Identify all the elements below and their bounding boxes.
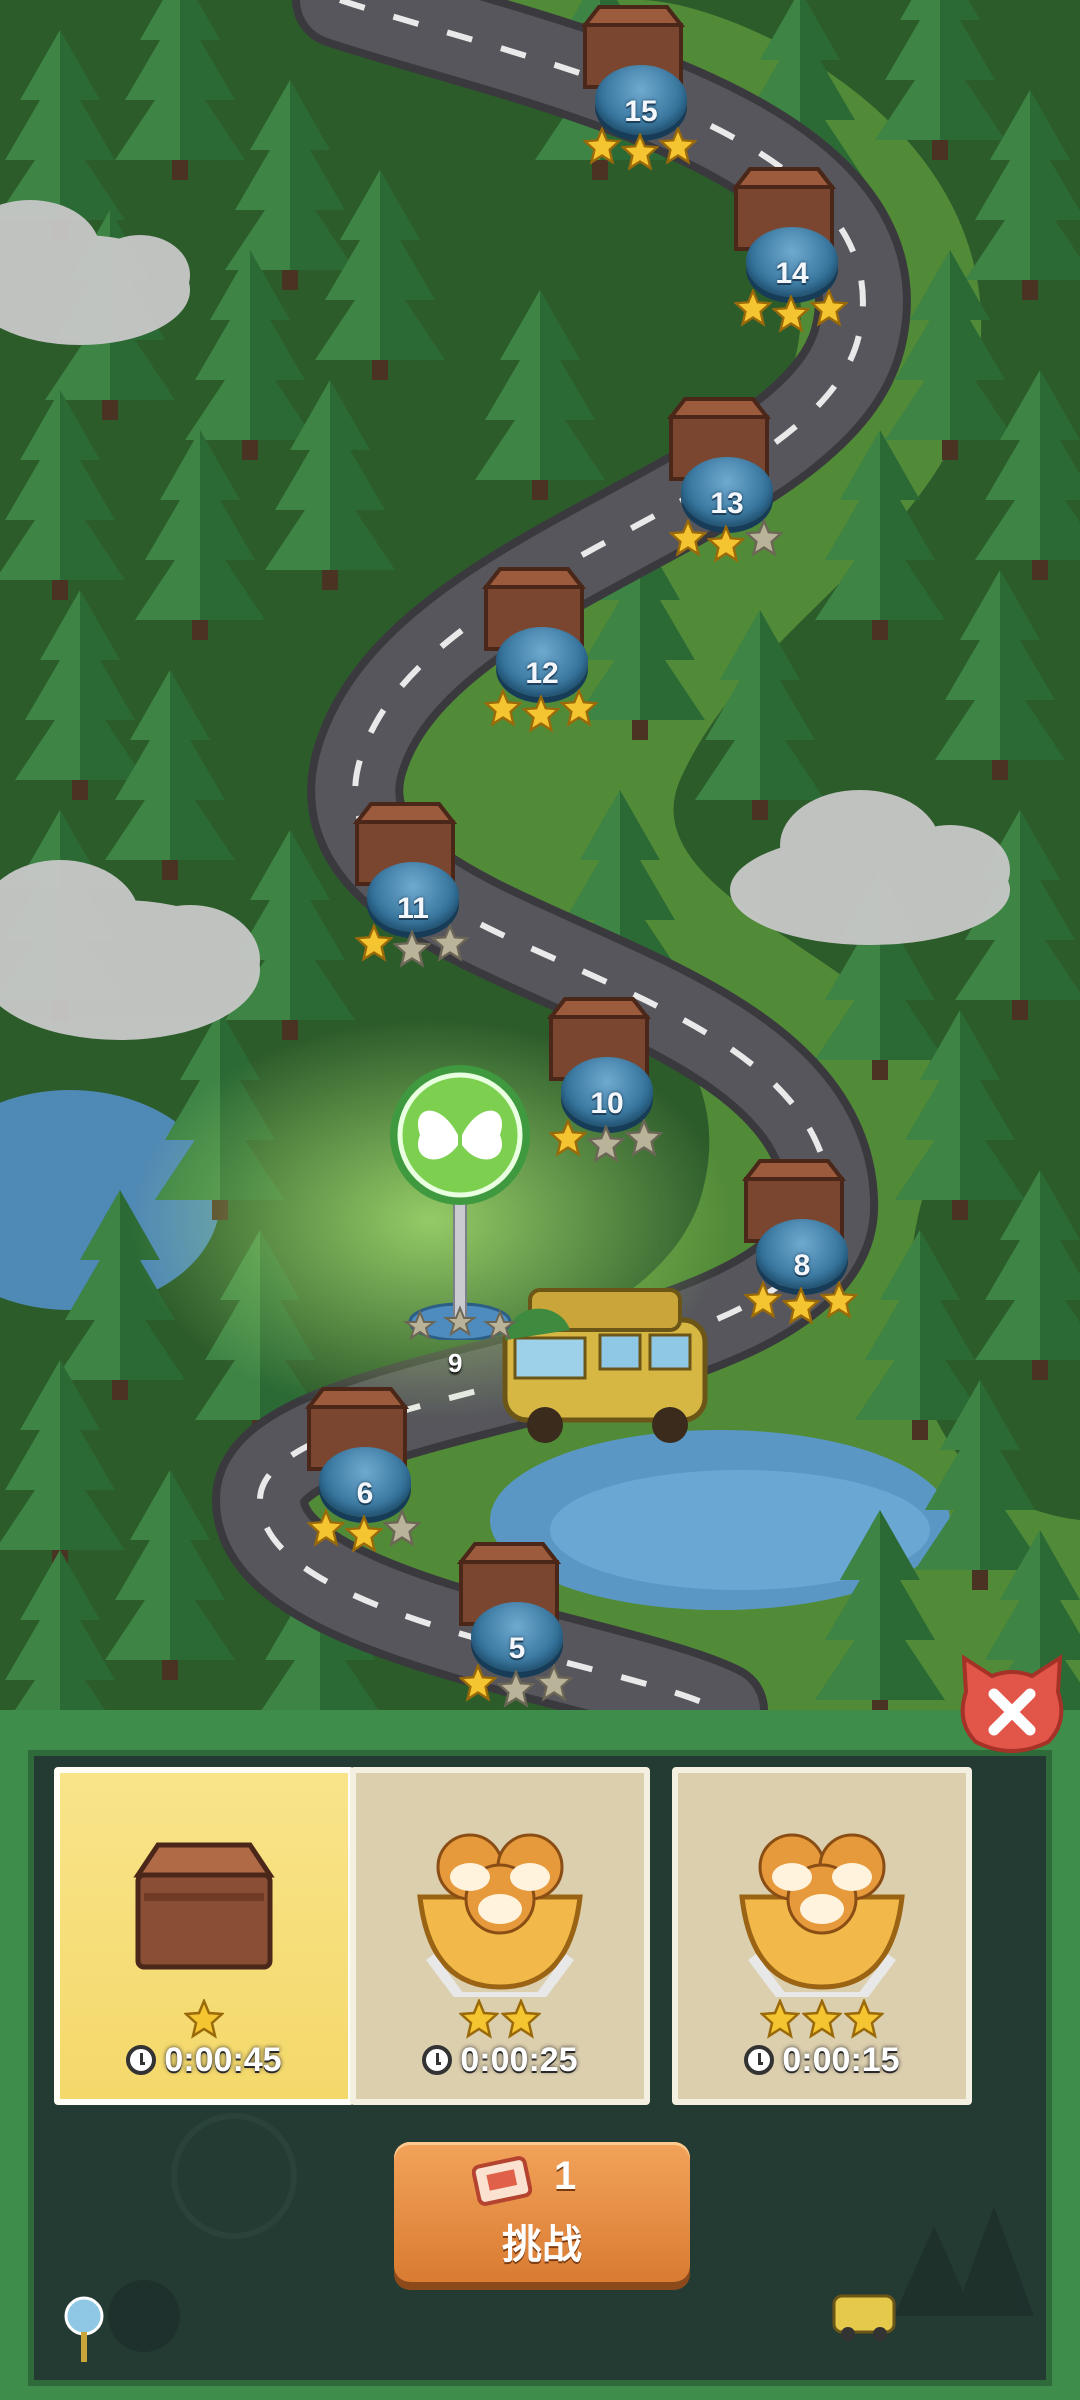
level-node[interactable]: 8 [742,1157,862,1325]
ticket-count: 1 [554,2154,577,2198]
level-node[interactable]: 5 [457,1540,577,1708]
star-filled-icon [355,924,393,962]
level-node[interactable]: 6 [305,1385,425,1553]
level-number: 8 [793,1249,811,1282]
difficulty-option-2-star[interactable]: 0:00:25 [350,1767,650,2105]
level-node[interactable]: 11 [353,800,473,968]
level-stars [667,519,787,563]
star-filled-icon [182,1997,226,2039]
level-stars [457,1664,577,1708]
crate-icon [133,1842,275,1970]
challenge-button[interactable]: 1 挑战 [394,2142,690,2282]
star-empty-icon [431,924,469,962]
level-stars [482,689,602,733]
star-empty-icon [535,1664,573,1702]
level-number: 6 [356,1477,374,1510]
clock-icon [422,2045,453,2075]
star-filled-icon [549,1119,587,1157]
small-sign-icon [64,2296,104,2362]
star-empty-icon [587,1125,625,1163]
star-empty-icon [745,519,783,557]
level-stars [581,127,701,171]
option-stars [356,1997,644,2043]
option-timer: 0:00:25 [356,2041,644,2080]
level-number: 12 [525,657,559,690]
star-filled-icon [484,689,522,727]
star-filled-icon [499,1997,543,2039]
level-stars [742,1281,862,1325]
star-filled-icon [744,1281,782,1319]
star-filled-icon [307,1509,345,1547]
level-node[interactable]: 12 [482,565,602,733]
butterfly-flag [390,1065,530,1340]
current-level-marker[interactable]: 9 [380,1060,540,1378]
star-filled-icon [457,1997,501,2039]
level-node[interactable]: 10 [547,995,667,1163]
star-filled-icon [842,1997,886,2039]
level-stars [547,1119,667,1163]
close-button[interactable] [956,1652,1068,1760]
star-filled-icon [707,525,745,563]
star-filled-icon [345,1515,383,1553]
map-background [0,0,1080,1710]
star-filled-icon [734,289,772,327]
shiba-bag-icon [417,1833,583,1997]
level-node[interactable]: 14 [732,165,852,333]
level-stars [353,924,473,968]
star-empty-icon [497,1670,535,1708]
star-empty-icon [383,1509,421,1547]
level-stars [305,1509,425,1553]
star-filled-icon [820,1281,858,1319]
star-filled-icon [621,133,659,171]
level-number: 15 [624,95,658,128]
current-level-number: 9 [448,1348,463,1378]
star-filled-icon [758,1997,802,2039]
star-filled-icon [800,1997,844,2039]
shiba-bag-icon [739,1833,905,1997]
star-empty-icon [393,930,431,968]
level-number: 11 [397,892,429,925]
level-node[interactable]: 13 [667,395,787,563]
star-filled-icon [522,695,560,733]
option-timer: 0:00:45 [60,2041,348,2080]
option-timer: 0:00:15 [678,2041,966,2080]
star-empty-icon [625,1119,663,1157]
level-stars [732,289,852,333]
ticket-icon [472,2156,532,2206]
timer-text: 0:00:25 [460,2041,578,2079]
star-filled-icon [772,295,810,333]
challenge-label: 挑战 [502,2223,582,2267]
level-node[interactable]: 15 [581,3,701,171]
level-number: 14 [775,257,809,290]
star-filled-icon [669,519,707,557]
star-filled-icon [583,127,621,165]
clock-icon [744,2045,775,2075]
star-filled-icon [560,689,598,727]
difficulty-option-3-star[interactable]: 0:00:15 [672,1767,972,2105]
level-number: 10 [590,1087,624,1120]
level-number: 13 [710,487,744,520]
level-map: 15 14 13 12 11 10 8 6 5 9 [0,0,1080,1710]
star-filled-icon [459,1664,497,1702]
level-number: 5 [508,1632,526,1665]
star-filled-icon [782,1287,820,1325]
clock-icon [126,2045,157,2075]
option-stars [60,1997,348,2043]
option-stars [678,1997,966,2043]
timer-text: 0:00:45 [164,2041,282,2079]
difficulty-option-1-star[interactable]: 0:00:45 [54,1767,354,2105]
star-filled-icon [810,289,848,327]
small-bus-icon [832,2294,896,2341]
star-filled-icon [659,127,697,165]
timer-text: 0:00:15 [782,2041,900,2079]
